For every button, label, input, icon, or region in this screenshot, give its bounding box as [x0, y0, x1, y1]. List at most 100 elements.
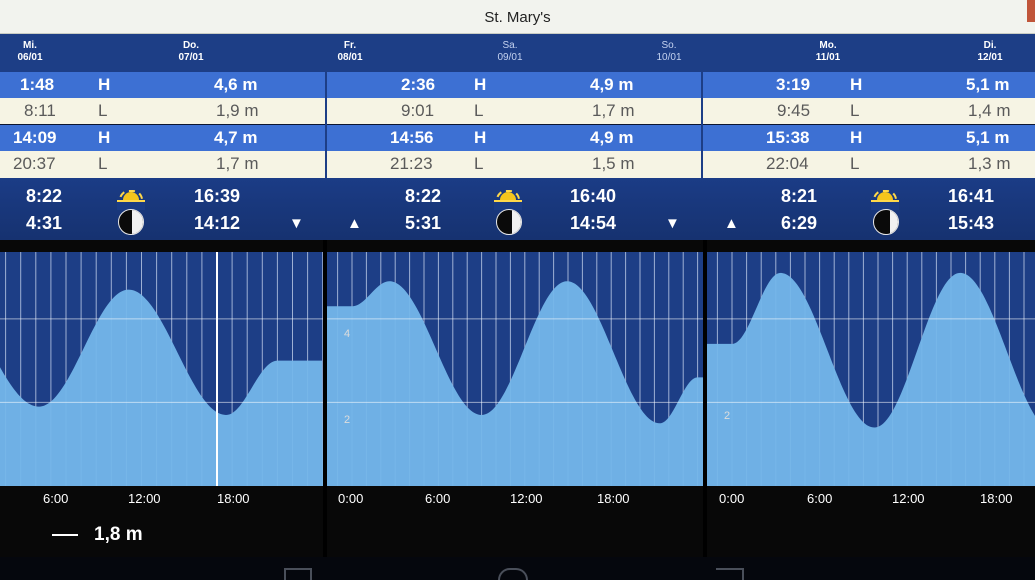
moonrise-time: 6:29 — [781, 213, 818, 233]
x-tick-label: 6:00 — [43, 491, 69, 506]
tide-row-low[interactable]: 8:11 L 1,9 m 9:01 L 1,7 m 9:45 L 1,4 m — [0, 98, 1035, 124]
tide-time: 14:56 — [390, 128, 434, 147]
sunset-time: 16:39 — [194, 186, 241, 206]
y-tick-label: 2 — [344, 414, 351, 426]
tide-table: 1:48 H 4,6 m 2:36 H 4,9 m 3:19 H 5,1 m 8… — [0, 72, 1035, 178]
day-name: Di. — [983, 40, 997, 51]
tide-kind: H — [474, 128, 487, 147]
day-date: 12/01 — [977, 52, 1003, 63]
moonset-arrow-icon: ▼ — [665, 215, 680, 232]
tide-kind: L — [474, 101, 484, 120]
moonrise-time: 4:31 — [26, 213, 63, 233]
back-icon[interactable] — [716, 568, 744, 580]
day-date: 11/01 — [815, 52, 841, 63]
tide-kind: H — [98, 75, 111, 94]
home-icon[interactable] — [498, 568, 528, 580]
day-name: Mo. — [819, 40, 837, 51]
sun-icon — [117, 190, 145, 210]
tide-time: 15:38 — [766, 128, 810, 147]
day-name: Sa. — [502, 40, 518, 51]
day-date: 07/01 — [178, 52, 204, 63]
tide-chart-panel-2[interactable]: 4 2 0:00 6:00 12:00 18:00 — [327, 240, 703, 560]
day-date: 09/01 — [497, 52, 523, 63]
moonset-time: 15:43 — [948, 213, 995, 233]
tide-kind: H — [98, 128, 111, 147]
tide-time: 20:37 — [13, 154, 56, 173]
tide-row-high[interactable]: 14:09 H 4,7 m 14:56 H 4,9 m 15:38 H 5,1 … — [0, 125, 1035, 151]
tide-row-low[interactable]: 20:37 L 1,7 m 21:23 L 1,5 m 22:04 L 1,3 … — [0, 151, 1035, 178]
location-title: St. Mary's — [484, 9, 551, 26]
tide-kind: L — [850, 154, 860, 173]
day-sat[interactable]: Sa. 09/01 — [480, 40, 540, 64]
tide-time: 22:04 — [766, 154, 809, 173]
day-name: Fr. — [343, 40, 357, 51]
tide-height: 4,9 m — [590, 128, 634, 147]
column-divider — [701, 72, 703, 178]
moonrise-arrow-icon: ▲ — [347, 215, 362, 232]
tide-chart-panel-3[interactable]: 2 0:00 6:00 12:00 18:00 — [707, 240, 1035, 560]
x-tick-label: 12:00 — [892, 491, 925, 506]
day-thu[interactable]: Do. 07/01 — [161, 40, 221, 64]
moonset-time: 14:54 — [570, 213, 617, 233]
moon-phase-icon — [118, 209, 144, 235]
day-mon[interactable]: Mo. 11/01 — [798, 40, 858, 64]
tide-time: 9:01 — [401, 101, 435, 120]
tide-height: 1,7 m — [592, 101, 635, 120]
tide-time: 9:45 — [777, 101, 811, 120]
tide-height: 5,1 m — [966, 75, 1010, 94]
moonset-arrow-icon: ▼ — [289, 215, 304, 232]
x-tick-label: 6:00 — [425, 491, 451, 506]
recent-apps-icon[interactable] — [284, 568, 312, 580]
corner-tab[interactable] — [1027, 0, 1035, 22]
tide-time: 1:48 — [20, 75, 55, 94]
tide-kind: H — [474, 75, 487, 94]
moonset-time: 14:12 — [194, 213, 241, 233]
day-wed[interactable]: Mi. 06/01 — [0, 40, 60, 64]
day-tue[interactable]: Di. 12/01 — [960, 40, 1020, 64]
tide-row-high[interactable]: 1:48 H 4,6 m 2:36 H 4,9 m 3:19 H 5,1 m — [0, 72, 1035, 98]
day-name: Do. — [182, 40, 200, 51]
tide-height: 4,9 m — [590, 75, 634, 94]
legend-dash — [52, 533, 78, 536]
sunset-time: 16:41 — [948, 186, 995, 206]
x-tick-label: 6:00 — [807, 491, 833, 506]
day-name: So. — [661, 40, 677, 51]
tide-time: 21:23 — [390, 154, 433, 173]
sunrise-time: 8:22 — [405, 186, 442, 206]
title-bar: St. Mary's — [0, 0, 1035, 34]
sun-moon-bar: 8:22 16:39 4:31 14:12 ▼ ▲ 8:22 16:40 5:3… — [0, 178, 1035, 240]
cursor-height-legend: 1,8 m — [52, 524, 143, 546]
moon-phase-icon — [496, 209, 522, 235]
tide-chart-3[interactable] — [707, 240, 1035, 490]
sun-icon — [871, 190, 899, 210]
moon-phase-icon — [873, 209, 899, 235]
x-tick-label: 18:00 — [980, 491, 1013, 506]
x-tick-label: 0:00 — [719, 491, 745, 506]
day-date: 10/01 — [656, 52, 682, 63]
moonrise-arrow-icon: ▲ — [724, 215, 739, 232]
tide-kind: L — [98, 154, 108, 173]
sunrise-time: 8:22 — [26, 186, 63, 206]
x-tick-label: 12:00 — [128, 491, 161, 506]
day-header: Mi. 06/01 Do. 07/01 Fr. 08/01 Sa. 09/01 So. 1… — [0, 34, 1035, 72]
tide-kind: L — [850, 101, 860, 120]
day-date: 08/01 — [337, 52, 363, 63]
tide-height: 1,4 m — [968, 101, 1011, 120]
tide-height: 1,5 m — [592, 154, 635, 173]
tide-chart-panel-1[interactable]: 6:00 12:00 18:00 1,8 m — [0, 240, 323, 560]
tide-height: 1,7 m — [216, 154, 259, 173]
y-tick-label: 4 — [344, 328, 351, 340]
tide-kind: L — [98, 101, 108, 120]
sunset-time: 16:40 — [570, 186, 617, 206]
x-tick-label: 18:00 — [597, 491, 630, 506]
day-fri[interactable]: Fr. 08/01 — [320, 40, 380, 64]
tide-chart-2[interactable] — [327, 240, 703, 490]
x-tick-label: 12:00 — [510, 491, 543, 506]
x-tick-label: 0:00 — [338, 491, 364, 506]
tide-time: 8:11 — [24, 101, 56, 120]
tide-chart-1[interactable] — [0, 240, 323, 490]
day-sun[interactable]: So. 10/01 — [639, 40, 699, 64]
cursor-height-value: 1,8 m — [94, 524, 143, 545]
tide-kind: H — [850, 75, 863, 94]
day-name: Mi. — [23, 40, 37, 51]
